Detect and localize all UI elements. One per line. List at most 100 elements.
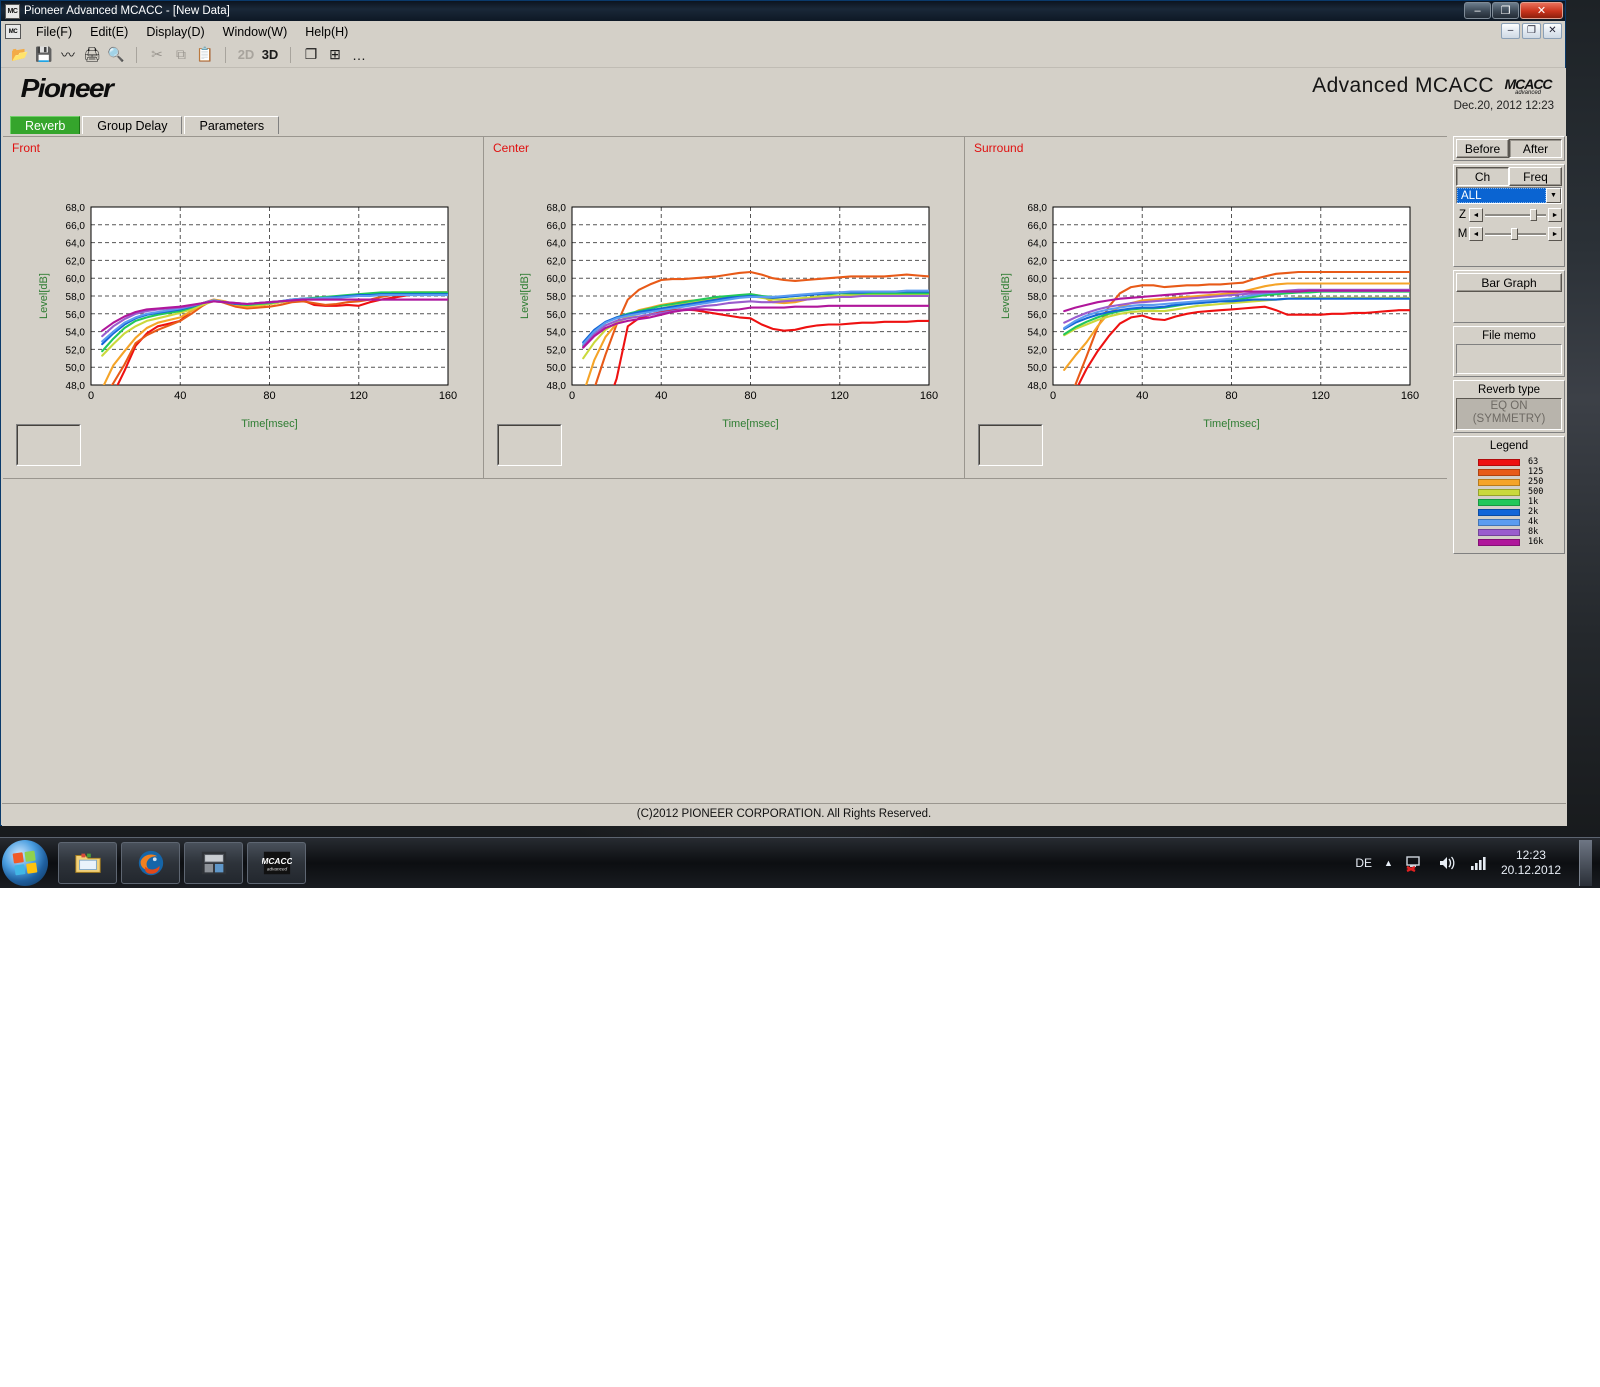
graph-cell-center: Center 48,0 50,0 52,0 54,0 56,0 58,0 60,0 62,0 6… (484, 137, 965, 478)
application-body: Pioneer Advanced MCACC MCACC advanced De… (2, 68, 1567, 826)
before-button[interactable]: Before (1456, 139, 1509, 158)
svg-text:62,0: 62,0 (547, 256, 567, 267)
tab-reverb[interactable]: Reverb (10, 116, 81, 134)
svg-text:56,0: 56,0 (66, 310, 86, 321)
legend-label-2k: 2k (1528, 507, 1539, 517)
taskbar-device[interactable] (184, 842, 243, 884)
more-icon[interactable]: … (348, 44, 370, 65)
bar-graph-button[interactable]: Bar Graph (1456, 273, 1562, 292)
svg-text:80: 80 (1225, 390, 1237, 402)
footer-copyright: (C)2012 PIONEER CORPORATION. All Rights … (2, 803, 1566, 824)
svg-text:48,0: 48,0 (1028, 381, 1048, 392)
tray-expand-icon[interactable]: ▲ (1384, 858, 1393, 868)
signal-icon[interactable] (1469, 854, 1489, 872)
menu-help[interactable]: Help(H) (296, 23, 357, 41)
after-button[interactable]: After (1509, 139, 1562, 158)
chevron-down-icon[interactable]: ▼ (1546, 188, 1561, 203)
firefox-icon (138, 850, 163, 876)
print-preview-icon[interactable]: 🔍 (105, 44, 127, 65)
view-2d-button[interactable]: 2D (235, 44, 257, 65)
taskbar-explorer[interactable] (58, 842, 117, 884)
legend-swatch-63 (1478, 458, 1520, 466)
file-memo-group: File memo (1453, 326, 1565, 377)
window-title: Pioneer Advanced MCACC - [New Data] (24, 5, 230, 17)
ch-button[interactable]: Ch (1456, 167, 1509, 186)
view-3d-button[interactable]: 3D (259, 44, 281, 65)
legend-swatch-8k (1478, 528, 1520, 536)
svg-text:68,0: 68,0 (66, 203, 86, 214)
graph-icon[interactable]: 〰 (57, 44, 79, 65)
svg-text:64,0: 64,0 (66, 239, 86, 250)
taskbar-firefox[interactable] (121, 842, 180, 884)
move-slider-label: M (1457, 228, 1468, 240)
legend-item: 250 (1456, 477, 1562, 487)
toolbar-separator-1 (136, 46, 137, 63)
channel-memo-center[interactable] (497, 424, 562, 466)
legend-item: 63 (1456, 457, 1562, 467)
window-close-button[interactable]: ✕ (1520, 2, 1563, 19)
legend-swatch-1k (1478, 498, 1520, 506)
mcacc-advanced-logo: MCACC advanced (1500, 74, 1556, 98)
mdi-document-icon[interactable]: MC (5, 24, 21, 39)
menu-edit[interactable]: Edit(E) (81, 23, 137, 41)
show-desktop-button[interactable] (1579, 840, 1592, 886)
clock-date: 20.12.2012 (1500, 863, 1561, 877)
zoom-slider-track[interactable] (1485, 208, 1546, 222)
mdi-minimize-button[interactable]: – (1501, 23, 1520, 39)
mcacc-icon: MCACC advanced (262, 851, 292, 875)
open-icon[interactable]: 📂 (9, 44, 31, 65)
mdi-restore-button[interactable]: ❐ (1522, 23, 1541, 39)
legend-item: 8k (1456, 527, 1562, 537)
channel-memo-surround[interactable] (978, 424, 1043, 466)
measurement-timestamp: Dec.20, 2012 12:23 (1453, 100, 1554, 112)
menu-file[interactable]: File(F) (27, 23, 81, 41)
zoom-increase-button[interactable]: ► (1548, 208, 1562, 222)
cascade-icon[interactable]: ❐ (300, 44, 322, 65)
zoom-slider-knob[interactable] (1530, 209, 1538, 221)
window-restore-button[interactable]: ❐ (1492, 2, 1519, 19)
channel-select[interactable]: ALL ▼ (1456, 187, 1562, 204)
tab-group-delay[interactable]: Group Delay (82, 116, 183, 134)
taskbar-mcacc[interactable]: MCACC advanced (247, 842, 306, 884)
move-slider-knob[interactable] (1510, 228, 1518, 240)
channel-memo-front[interactable] (16, 424, 81, 466)
mdi-close-button[interactable]: ✕ (1543, 23, 1562, 39)
move-decrease-button[interactable]: ◄ (1469, 227, 1483, 241)
network-error-icon[interactable] (1405, 854, 1425, 872)
freq-button[interactable]: Freq (1509, 167, 1562, 186)
legend-label-63: 63 (1528, 457, 1539, 467)
print-icon[interactable]: 🖨 (81, 44, 103, 65)
svg-text:50,0: 50,0 (547, 363, 567, 374)
svg-text:0: 0 (569, 390, 575, 402)
tray-language[interactable]: DE (1355, 856, 1372, 870)
toolbar-separator-2 (225, 46, 226, 63)
zoom-decrease-button[interactable]: ◄ (1469, 208, 1483, 222)
reverb-type-line2: (SYMMETRY) (1472, 413, 1546, 425)
svg-text:64,0: 64,0 (1028, 239, 1048, 250)
graph-title-center: Center (493, 141, 530, 155)
volume-icon[interactable] (1437, 854, 1457, 872)
tab-parameters[interactable]: Parameters (184, 116, 280, 134)
mcacc-application-window: MC Pioneer Advanced MCACC - [New Data] –… (0, 0, 1567, 826)
svg-text:Time[msec]: Time[msec] (722, 418, 778, 430)
zoom-slider-row: Z ◄ ► (1456, 207, 1562, 223)
legend-label-8k: 8k (1528, 527, 1539, 537)
legend-list: 63 125 250 500 1k 2k 4k 8k 16k (1456, 454, 1562, 551)
save-icon[interactable]: 💾 (33, 44, 55, 65)
legend-label-1k: 1k (1528, 497, 1539, 507)
legend-swatch-2k (1478, 508, 1520, 516)
taskbar-clock[interactable]: 12:23 20.12.2012 (1501, 848, 1561, 878)
menu-display[interactable]: Display(D) (137, 23, 213, 41)
start-orb[interactable] (2, 840, 48, 886)
tile-icon[interactable]: ⊞ (324, 44, 346, 65)
paste-icon: 📋 (196, 46, 214, 62)
tab-bar: Reverb Group Delay Parameters (10, 115, 281, 134)
window-minimize-button[interactable]: – (1464, 2, 1491, 19)
menu-window[interactable]: Window(W) (214, 23, 297, 41)
move-increase-button[interactable]: ► (1548, 227, 1562, 241)
svg-text:54,0: 54,0 (547, 328, 567, 339)
move-slider-track[interactable] (1485, 227, 1546, 241)
mdi-window-buttons: – ❐ ✕ (1501, 23, 1562, 39)
legend-item: 16k (1456, 537, 1562, 547)
file-memo-input[interactable] (1456, 344, 1562, 374)
